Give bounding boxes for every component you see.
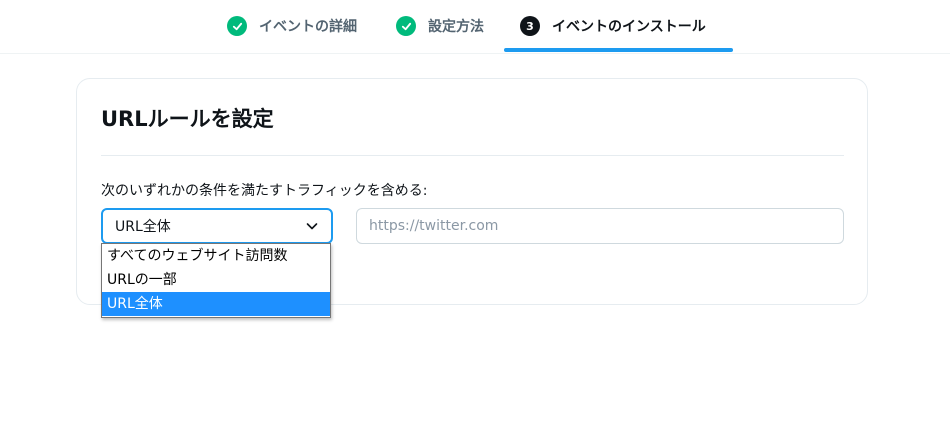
step-number-icon: 3 — [520, 16, 540, 36]
option-url-partial[interactable]: URLの一部 — [102, 268, 330, 292]
active-step-underline — [504, 48, 733, 52]
select-dropdown-list: すべてのウェブサイト訪問数 URLの一部 URL全体 — [101, 243, 331, 318]
step-event-install[interactable]: 3 イベントのインストール — [520, 0, 706, 52]
check-icon — [227, 16, 247, 36]
stepper: イベントの詳細 設定方法 3 イベントのインストール — [0, 0, 950, 54]
step-label: イベントの詳細 — [259, 19, 357, 35]
option-url-full[interactable]: URL全体 — [102, 292, 330, 316]
divider — [101, 155, 844, 156]
option-all-visits[interactable]: すべてのウェブサイト訪問数 — [102, 244, 330, 268]
select-value: URL全体 — [115, 219, 171, 235]
url-input[interactable] — [356, 208, 844, 244]
step-label: 設定方法 — [428, 19, 484, 35]
step-label: イベントのインストール — [552, 19, 706, 35]
rule-condition-label: 次のいずれかの条件を満たすトラフィックを含める: — [101, 183, 428, 199]
chevron-down-icon — [306, 223, 318, 230]
step-setup-method[interactable]: 設定方法 — [396, 0, 484, 52]
url-match-select[interactable]: URL全体 — [101, 208, 333, 244]
card-title: URLルールを設定 — [101, 107, 274, 131]
check-icon — [396, 16, 416, 36]
step-event-details[interactable]: イベントの詳細 — [227, 0, 357, 52]
